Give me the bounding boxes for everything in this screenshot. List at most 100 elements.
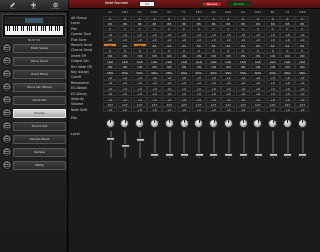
table-cell[interactable]: 88: [191, 21, 206, 26]
table-cell[interactable]: 127: [295, 101, 310, 107]
table-cell[interactable]: +0: [162, 85, 177, 91]
table-cell[interactable]: +0: [236, 31, 251, 37]
table-cell[interactable]: 127: [191, 101, 206, 107]
pan-knob[interactable]: [268, 118, 278, 128]
table-cell[interactable]: ON: [117, 53, 132, 58]
table-cell[interactable]: C: [103, 26, 118, 31]
table-cell[interactable]: 127: [236, 101, 251, 107]
table-cell[interactable]: C: [206, 26, 221, 31]
table-cell[interactable]: 64: [236, 42, 251, 48]
table-cell[interactable]: +0: [176, 37, 192, 42]
table-cell[interactable]: 64: [132, 42, 147, 48]
table-cell[interactable]: 0: [250, 48, 265, 53]
table-cell[interactable]: +0: [250, 31, 265, 37]
fader-handle[interactable]: [106, 136, 115, 141]
table-cell[interactable]: +0: [236, 80, 251, 85]
table-cell[interactable]: +0: [147, 37, 162, 42]
table-cell[interactable]: L&R: [176, 58, 192, 64]
table-cell[interactable]: +0: [162, 107, 177, 112]
table-cell[interactable]: +0: [147, 85, 162, 91]
table-cell[interactable]: L&R: [221, 58, 236, 64]
table-cell[interactable]: +0: [221, 91, 236, 96]
table-cell[interactable]: 127: [206, 101, 221, 107]
table-cell[interactable]: 0: [221, 48, 236, 53]
level-fader[interactable]: [206, 131, 220, 159]
table-cell[interactable]: +0: [206, 80, 221, 85]
table-cell[interactable]: C: [250, 26, 265, 31]
table-cell[interactable]: +0: [265, 96, 280, 102]
table-cell[interactable]: L&R: [250, 58, 265, 64]
table-cell[interactable]: 0: [206, 48, 221, 53]
table-cell[interactable]: ON: [206, 53, 221, 58]
table-cell[interactable]: 64: [250, 42, 265, 48]
table-cell[interactable]: 127: [280, 101, 295, 107]
table-cell[interactable]: +0: [132, 80, 147, 85]
pan-knob[interactable]: [105, 118, 115, 128]
fader-handle[interactable]: [253, 152, 263, 157]
table-cell[interactable]: 88: [250, 21, 265, 26]
table-cell[interactable]: ON: [191, 53, 206, 58]
table-cell[interactable]: 0: [265, 15, 280, 21]
pan-knob[interactable]: [135, 118, 145, 128]
table-cell[interactable]: L&R: [103, 58, 118, 64]
table-cell[interactable]: +0: [132, 31, 147, 37]
table-cell[interactable]: 127: [132, 101, 147, 107]
table-cell[interactable]: +0: [265, 85, 280, 91]
table-cell[interactable]: +0: [103, 85, 118, 91]
level-fader[interactable]: [192, 131, 206, 159]
table-cell[interactable]: +0: [147, 31, 162, 37]
table-cell[interactable]: 127: [147, 101, 162, 107]
fader-handle[interactable]: [298, 152, 308, 157]
table-cell[interactable]: +0: [221, 74, 236, 80]
table-cell[interactable]: ON: [162, 64, 177, 69]
table-cell[interactable]: SNG: [295, 69, 310, 75]
table-cell[interactable]: SNG: [236, 69, 251, 75]
table-cell[interactable]: SNG: [191, 69, 206, 75]
table-cell[interactable]: C: [132, 26, 147, 31]
table-cell[interactable]: +0: [250, 96, 265, 102]
add-button[interactable]: Add: [27, 1, 41, 11]
table-cell[interactable]: +0: [191, 31, 206, 37]
table-cell[interactable]: +0: [103, 31, 118, 37]
table-cell[interactable]: L&R: [295, 58, 310, 64]
level-fader[interactable]: [251, 131, 265, 159]
table-cell[interactable]: SNG: [221, 69, 236, 75]
menu-item-label[interactable]: Voice Mixer: [13, 69, 66, 79]
table-cell[interactable]: C: [147, 26, 162, 31]
fader-handle[interactable]: [150, 152, 160, 157]
table-cell[interactable]: +0: [250, 74, 265, 80]
pan-knob[interactable]: [194, 118, 204, 128]
menu-item-label[interactable]: Drums: [13, 108, 66, 118]
menu-item-label[interactable]: Voice Quick: [13, 56, 66, 66]
fader-handle[interactable]: [165, 152, 175, 157]
table-cell[interactable]: +0: [132, 96, 147, 102]
table-cell[interactable]: 88: [176, 21, 192, 26]
table-cell[interactable]: C: [176, 26, 192, 31]
table-cell[interactable]: +0: [176, 74, 192, 80]
table-cell[interactable]: 0: [191, 15, 206, 21]
table-cell[interactable]: ON: [250, 64, 265, 69]
table-cell[interactable]: +0: [221, 107, 236, 112]
table-cell[interactable]: L&R: [162, 58, 177, 64]
fader-handle[interactable]: [268, 152, 278, 157]
table-cell[interactable]: C: [280, 26, 295, 31]
level-fader[interactable]: [147, 131, 161, 159]
pan-knob[interactable]: [179, 118, 189, 128]
drums-button[interactable]: Drums: [227, 1, 251, 7]
fader-handle[interactable]: [120, 143, 130, 148]
table-cell[interactable]: C: [191, 26, 206, 31]
level-fader[interactable]: [162, 131, 176, 159]
table-cell[interactable]: ON: [236, 53, 251, 58]
table-cell[interactable]: +0: [117, 85, 132, 91]
menu-item[interactable]: Utility: [2, 159, 66, 171]
table-cell[interactable]: +0: [176, 80, 192, 85]
table-cell[interactable]: 127: [221, 101, 236, 107]
table-cell[interactable]: +0: [236, 107, 251, 112]
table-cell[interactable]: +0: [236, 85, 251, 91]
menu-item-label[interactable]: Utility: [13, 160, 66, 170]
table-cell[interactable]: +0: [221, 80, 236, 85]
table-cell[interactable]: SNG: [176, 69, 192, 75]
table-cell[interactable]: +0: [191, 85, 206, 91]
edit-button[interactable]: Edit: [6, 1, 20, 11]
table-cell[interactable]: ON: [191, 64, 206, 69]
